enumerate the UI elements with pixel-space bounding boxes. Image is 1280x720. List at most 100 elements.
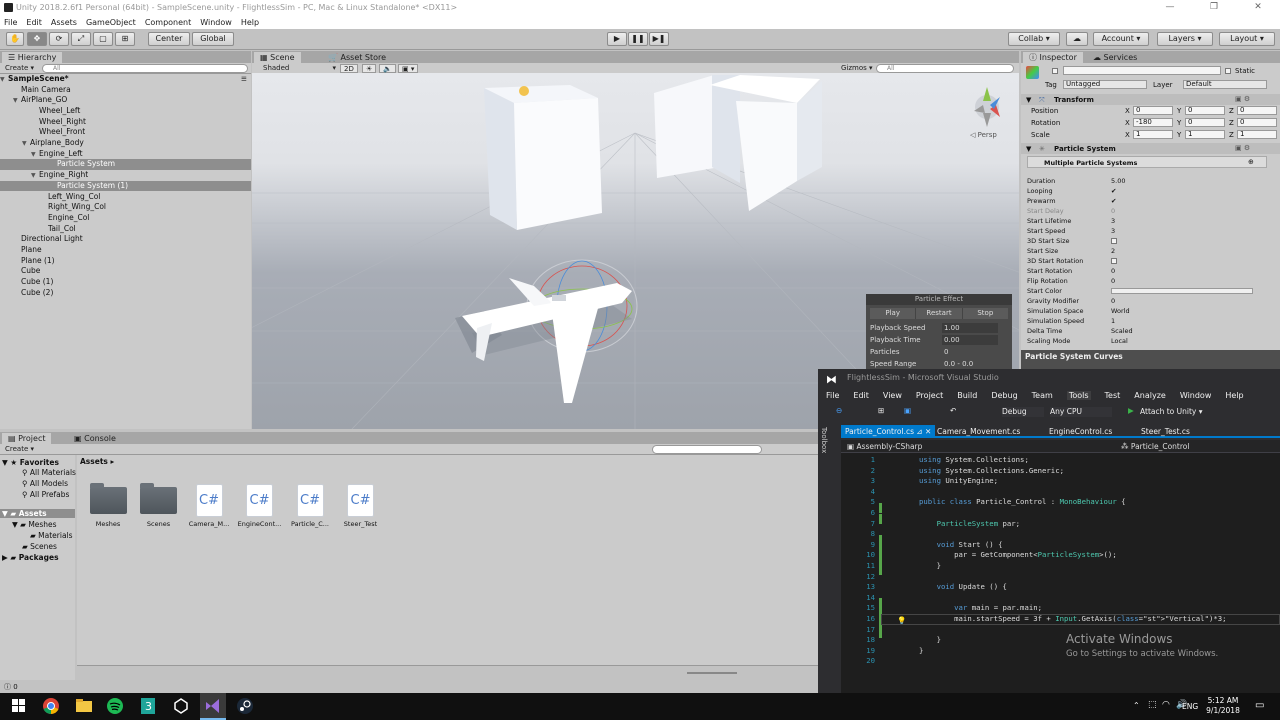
vs-menu-item[interactable]: Edit — [853, 391, 869, 400]
ps-property-row[interactable]: Flip Rotation 0 — [1027, 276, 1262, 286]
project-create-button[interactable]: Create ▾ — [2, 445, 37, 454]
vs-code-editor[interactable]: 💡 1 using System.Collections; 2 using Syste… — [841, 453, 1280, 693]
vs-tab-close-icon[interactable]: ⊿ ✕ — [914, 427, 931, 436]
move-tool-icon[interactable]: ✥ — [27, 32, 47, 46]
favorites-node[interactable]: ▼ ★ Favorites — [2, 458, 59, 467]
lighting-toggle-icon[interactable]: ☀ — [362, 64, 377, 73]
vs-tab[interactable]: Steer_Test.cs — [1137, 425, 1194, 438]
vs-back-icon[interactable]: ⊖ — [836, 406, 842, 415]
hierarchy-search-input[interactable]: All — [42, 64, 248, 73]
rot-x-field[interactable]: -180 — [1133, 118, 1173, 127]
static-checkbox[interactable] — [1225, 68, 1231, 74]
ps-property-row[interactable]: Start Rotation 0 — [1027, 266, 1262, 276]
active-checkbox[interactable] — [1052, 68, 1058, 74]
ps-settings-icon[interactable]: ▣ ⚙ — [1235, 144, 1250, 152]
asset-item[interactable]: C# Steer_Test — [337, 481, 385, 528]
fav-all-models[interactable]: ⚲ All Models — [22, 479, 68, 488]
vs-project-dropdown[interactable]: ▣ Assembly-CSharp — [847, 442, 922, 451]
perspective-label[interactable]: ◁ Persp — [970, 131, 997, 139]
vs-tab[interactable]: Camera_Movement.cs — [933, 425, 1024, 438]
vs-class-dropdown[interactable]: ⁂ Particle_Control — [1121, 442, 1189, 451]
hierarchy-item[interactable]: Main Camera — [0, 85, 251, 96]
transform-header[interactable]: ▼ ⤧ Transform ▣ ⚙ — [1021, 94, 1280, 105]
steam-icon[interactable] — [236, 697, 254, 715]
hierarchy-item[interactable]: Engine_Col — [0, 213, 251, 224]
file-explorer-icon[interactable] — [75, 697, 93, 715]
ps-property-value[interactable]: 1 — [1111, 316, 1115, 326]
hierarchy-item[interactable]: ▼ AirPlane_GO — [0, 95, 251, 106]
hierarchy-item[interactable]: Cube (2) — [0, 288, 251, 299]
tree-scenes[interactable]: ▰ Scenes — [22, 542, 57, 551]
hierarchy-item[interactable]: Particle System (1) — [0, 180, 251, 192]
vs-tab[interactable]: Particle_Control.cs ⊿ ✕ — [841, 425, 936, 438]
menu-file[interactable]: File — [4, 18, 17, 27]
rotate-tool-icon[interactable]: ⟳ — [49, 32, 69, 46]
hierarchy-item[interactable]: Plane — [0, 245, 251, 256]
menu-component[interactable]: Component — [145, 18, 191, 27]
tab-services[interactable]: ☁ Services — [1087, 52, 1143, 63]
ps-property-row[interactable]: Delta Time Scaled — [1027, 326, 1262, 336]
hierarchy-create-button[interactable]: Create ▾ — [2, 64, 37, 73]
hierarchy-item[interactable]: Wheel_Right — [0, 117, 251, 128]
tree-meshes[interactable]: ▼ ▰ Meshes — [12, 520, 57, 529]
ps-property-value[interactable]: World — [1111, 306, 1130, 316]
vs-config-dropdown[interactable]: Debug — [1002, 407, 1044, 417]
tab-hierarchy[interactable]: ☰ Hierarchy — [2, 52, 63, 63]
vs-menu-item[interactable]: Team — [1032, 391, 1053, 400]
ps-property-row[interactable]: Simulation Speed 1 — [1027, 316, 1262, 326]
code-line[interactable]: public class Particle_Control : MonoBeha… — [919, 497, 1126, 506]
particle-stop-button[interactable]: Stop — [963, 308, 1008, 319]
hierarchy-item[interactable]: Cube (1) — [0, 277, 251, 288]
hierarchy-item[interactable]: ▼ Engine_Left — [0, 149, 251, 160]
hierarchy-item[interactable]: ▼ Engine_Right — [0, 170, 251, 181]
ps-property-row[interactable]: Duration 5.00 — [1027, 176, 1262, 186]
ps-property-value[interactable]: 5.00 — [1111, 176, 1125, 186]
ps-property-row[interactable]: Start Speed 3 — [1027, 226, 1262, 236]
ps-property-row[interactable]: Gravity Modifier 0 — [1027, 296, 1262, 306]
tab-asset-store[interactable]: 🛒 Asset Store — [322, 52, 392, 63]
code-line[interactable]: var main = par.main; — [919, 603, 1042, 612]
asset-item[interactable]: Meshes — [84, 481, 132, 528]
play-button[interactable]: ▶ — [607, 32, 627, 46]
ps-property-value[interactable]: Scaled — [1111, 326, 1133, 336]
ps-property-row[interactable]: Scaling Mode Local — [1027, 336, 1262, 346]
spotify-icon[interactable] — [106, 697, 124, 715]
vs-attach-button[interactable]: Attach to Unity ▾ — [1140, 407, 1203, 416]
vs-menu-item[interactable]: Project — [916, 391, 943, 400]
vs-menu-item[interactable]: Help — [1225, 391, 1243, 400]
transform-tool-icon[interactable]: ⊞ — [115, 32, 135, 46]
vs-menu-item[interactable]: Test — [1105, 391, 1121, 400]
tray-network-icon[interactable]: ⬚ — [1148, 700, 1157, 710]
tab-scene[interactable]: ▦ Scene — [254, 52, 301, 63]
step-button[interactable]: ▶❚ — [649, 32, 669, 46]
vs-menu-item[interactable]: Build — [957, 391, 977, 400]
code-line[interactable]: ParticleSystem par; — [919, 519, 1020, 528]
scale-tool-icon[interactable]: ⤢ — [71, 32, 91, 46]
tag-dropdown[interactable]: Untagged — [1063, 80, 1147, 89]
gameobject-name-field[interactable] — [1063, 66, 1221, 75]
tab-inspector[interactable]: ⓘ Inspector — [1023, 52, 1083, 63]
fav-all-materials[interactable]: ⚲ All Materials — [22, 468, 76, 477]
unity-taskbar-icon[interactable] — [172, 697, 190, 715]
ps-property-row[interactable]: Simulation Space World — [1027, 306, 1262, 316]
pivot-center-button[interactable]: Center — [148, 32, 190, 46]
fav-all-prefabs[interactable]: ⚲ All Prefabs — [22, 490, 69, 499]
ps-checkbox[interactable] — [1111, 238, 1117, 244]
ps-module-header[interactable]: Multiple Particle Systems ⊕ — [1027, 156, 1267, 168]
pause-button[interactable]: ❚❚ — [628, 32, 648, 46]
ps-property-value[interactable]: ✔ — [1111, 196, 1116, 206]
rot-z-field[interactable]: 0 — [1237, 118, 1277, 127]
ps-property-value[interactable]: 2 — [1111, 246, 1115, 256]
menu-gameobject[interactable]: GameObject — [86, 18, 136, 27]
visual-studio-taskbar-icon[interactable] — [200, 693, 226, 720]
ps-property-value[interactable]: 3 — [1111, 216, 1115, 226]
language-indicator[interactable]: ENG — [1182, 702, 1198, 711]
gizmos-dropdown[interactable]: Gizmos ▾ — [838, 64, 876, 73]
hierarchy-item[interactable]: Particle System — [0, 159, 251, 171]
code-line[interactable]: using UnityEngine; — [919, 476, 998, 485]
icon-size-slider[interactable] — [687, 672, 737, 674]
code-line[interactable]: par = GetComponent<ParticleSystem>(); — [919, 550, 1117, 559]
vs-toolbox-label[interactable]: Toolbox — [820, 427, 828, 453]
menu-help[interactable]: Help — [241, 18, 259, 27]
code-line[interactable]: using System.Collections.Generic; — [919, 466, 1064, 475]
